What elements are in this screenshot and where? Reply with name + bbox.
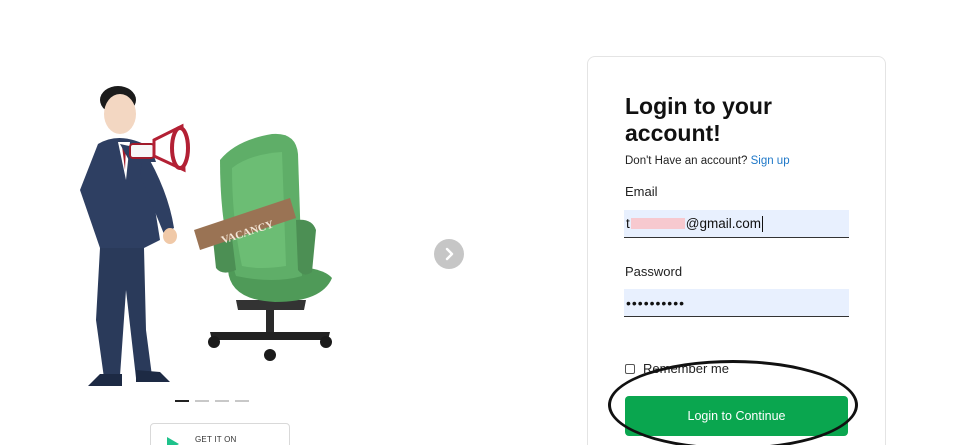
signup-row: Don't Have an account? Sign up [625,155,790,167]
password-field[interactable]: •••••••••• [624,289,849,317]
businessman-figure [80,86,190,386]
google-play-badge[interactable]: GET IT ON [150,423,290,445]
signup-link[interactable]: Sign up [751,155,790,167]
email-field[interactable]: t @gmail.com [624,210,849,238]
office-chair: VACANCY [194,133,332,361]
store-badge-label: GET IT ON [195,435,237,444]
hero-illustration: VACANCY [60,70,360,400]
carousel-next-button[interactable] [434,239,464,269]
carousel-dot[interactable] [175,400,189,402]
carousel-dot[interactable] [235,400,249,402]
email-label: Email [625,184,658,199]
email-value-start: t [626,216,630,231]
signup-prompt: Don't Have an account? [625,155,748,167]
login-button[interactable]: Login to Continue [625,396,848,436]
email-value-end: @gmail.com [685,216,761,231]
login-card: Login to your account! Don't Have an acc… [587,56,886,445]
password-value: •••••••••• [626,294,686,311]
remember-checkbox[interactable] [625,363,635,374]
carousel-indicators [175,400,249,402]
password-label: Password [625,264,683,279]
remember-label: Remember me [643,361,729,376]
redaction-mark [630,218,685,229]
carousel-dot[interactable] [195,400,209,402]
chevron-right-icon [445,247,454,261]
carousel-dot[interactable] [215,400,229,402]
text-cursor [762,215,763,232]
google-play-icon [167,437,179,445]
vacancy-illustration: VACANCY [80,86,332,386]
page-title: Login to your account! [625,93,772,146]
remember-me[interactable]: Remember me [625,361,729,376]
